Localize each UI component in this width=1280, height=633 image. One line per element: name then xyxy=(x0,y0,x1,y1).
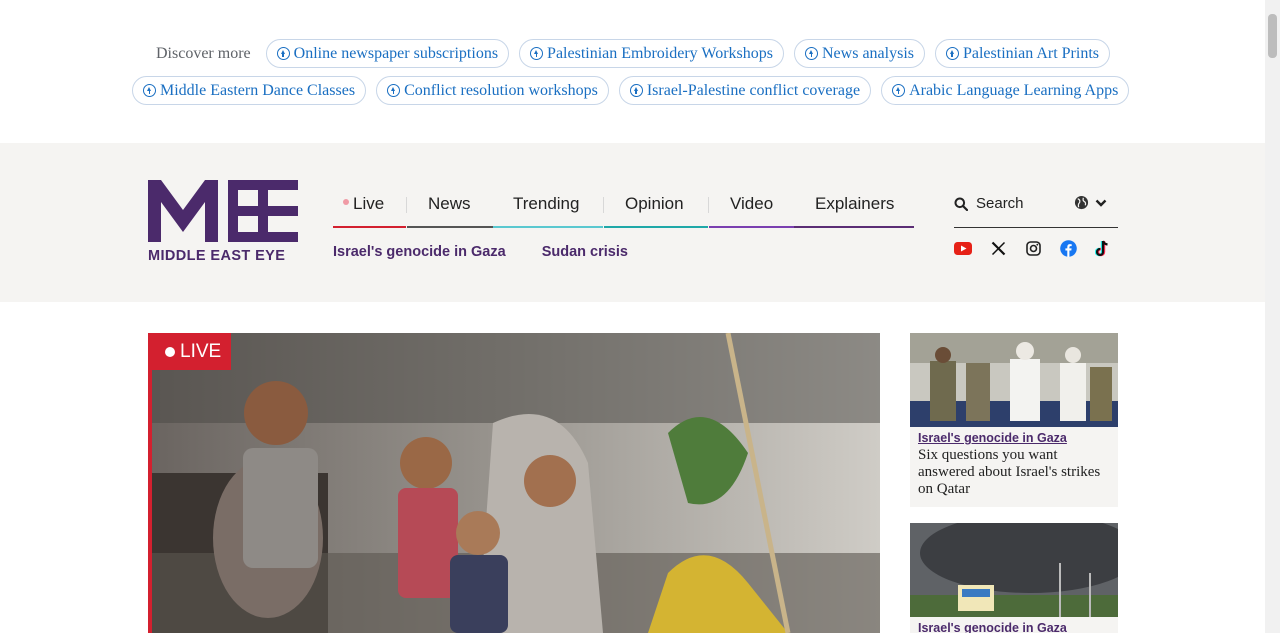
page-scrollbar[interactable] xyxy=(1265,0,1280,633)
nav-news[interactable]: News xyxy=(407,189,493,228)
scrollbar-thumb[interactable] xyxy=(1268,14,1277,58)
arrow-up-circle-icon xyxy=(276,47,290,60)
tiktok-icon[interactable] xyxy=(1094,239,1112,257)
hero-photo xyxy=(148,333,880,633)
live-badge: LIVE xyxy=(148,333,231,370)
arrow-up-circle-icon xyxy=(530,47,544,60)
language-selector[interactable] xyxy=(1074,195,1107,210)
nav-opinion[interactable]: Opinion xyxy=(604,189,708,228)
article-card[interactable]: Israel's genocide in Gaza xyxy=(910,523,1118,633)
discover-row-2: Middle Eastern Dance Classes Conflict re… xyxy=(132,76,1139,105)
site-logo[interactable]: MIDDLE EAST EYE xyxy=(148,180,298,266)
search-icon xyxy=(954,197,968,211)
nav-trending[interactable]: Trending xyxy=(493,189,603,228)
discover-pill[interactable]: Conflict resolution workshops xyxy=(376,76,609,105)
nav-explainers[interactable]: Explainers xyxy=(794,189,914,228)
article-title[interactable]: Six questions you want answered about Is… xyxy=(910,445,1118,498)
mee-logo-icon xyxy=(148,180,298,242)
x-twitter-icon[interactable] xyxy=(989,239,1007,257)
sub-nav: Israel's genocide in Gaza Sudan crisis xyxy=(333,244,664,260)
discover-row-1: Discover more Online newspaper subscript… xyxy=(156,39,1120,68)
main-nav: Live News Trending Opinion Video Explain… xyxy=(333,189,914,228)
instagram-icon[interactable] xyxy=(1024,239,1042,257)
nav-live[interactable]: Live xyxy=(333,189,406,228)
discover-pill[interactable]: Israel-Palestine conflict coverage xyxy=(618,76,872,105)
article-thumbnail xyxy=(910,333,1118,427)
discover-label: Discover more xyxy=(156,44,251,62)
hero-image[interactable]: LIVE xyxy=(148,333,880,633)
article-thumbnail xyxy=(910,523,1118,617)
hero-live-border xyxy=(148,333,152,633)
nav-video[interactable]: Video xyxy=(709,189,794,228)
sub-nav-sudan[interactable]: Sudan crisis xyxy=(542,244,628,260)
header-divider xyxy=(954,227,1118,228)
article-tag[interactable]: Israel's genocide in Gaza xyxy=(910,427,1118,445)
article-card[interactable]: Israel's genocide in Gaza Six questions … xyxy=(910,333,1118,507)
social-links xyxy=(954,239,1129,257)
site-header: MIDDLE EAST EYE Live News Trending Opini… xyxy=(0,143,1265,302)
live-indicator-icon xyxy=(165,346,175,357)
globe-icon xyxy=(1074,195,1089,210)
discover-pill[interactable]: Online newspaper subscriptions xyxy=(265,39,510,68)
discover-pill[interactable]: Middle Eastern Dance Classes xyxy=(132,76,367,105)
discover-pill[interactable]: Arabic Language Learning Apps xyxy=(881,76,1130,105)
sub-nav-gaza[interactable]: Israel's genocide in Gaza xyxy=(333,244,506,260)
arrow-up-circle-icon xyxy=(629,84,643,97)
discover-pill[interactable]: Palestinian Embroidery Workshops xyxy=(519,39,784,68)
discover-pill[interactable]: Palestinian Art Prints xyxy=(934,39,1110,68)
arrow-up-circle-icon xyxy=(805,47,818,60)
article-tag[interactable]: Israel's genocide in Gaza xyxy=(910,617,1118,633)
live-dot-icon xyxy=(343,198,349,205)
chevron-down-icon xyxy=(1095,199,1107,207)
arrow-up-circle-icon xyxy=(143,84,156,97)
logo-text: MIDDLE EAST EYE xyxy=(148,248,286,264)
arrow-up-circle-icon xyxy=(387,84,401,97)
search-button[interactable]: Search xyxy=(954,195,1024,212)
arrow-up-circle-icon xyxy=(945,47,959,60)
arrow-up-circle-icon xyxy=(892,84,906,97)
facebook-icon[interactable] xyxy=(1059,239,1077,257)
discover-pill[interactable]: News analysis xyxy=(794,39,925,68)
youtube-icon[interactable] xyxy=(954,239,972,257)
discover-more-bar: Discover more Online newspaper subscript… xyxy=(0,0,1265,143)
